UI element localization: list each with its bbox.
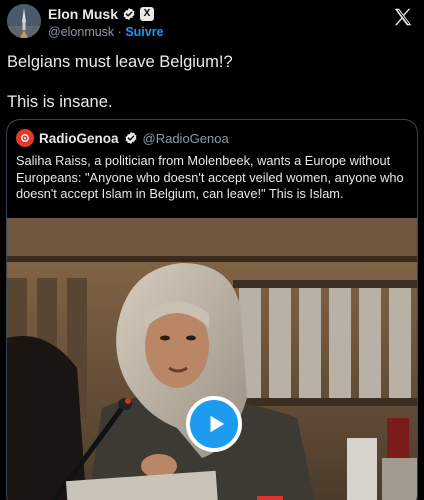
video-player[interactable] xyxy=(7,218,417,500)
video-thumbnail xyxy=(7,218,417,500)
quoted-tweet-header: RadioGenoa @RadioGenoa xyxy=(16,129,229,147)
author-handle-row: @elonmusk · Suivre xyxy=(48,25,164,39)
tweet-text: Belgians must leave Belgium!? This is in… xyxy=(7,52,417,112)
author-handle[interactable]: @elonmusk xyxy=(48,25,114,39)
author-avatar[interactable] xyxy=(7,4,41,38)
tweet-line-2: This is insane. xyxy=(7,93,113,111)
verified-badge-icon xyxy=(123,7,135,21)
author-name[interactable]: Elon Musk xyxy=(48,6,118,22)
author-name-row: Elon Musk X xyxy=(48,6,155,22)
handle-separator: · xyxy=(117,25,122,39)
avatar-image xyxy=(7,4,41,38)
play-icon xyxy=(210,415,225,433)
x-badge-label: X xyxy=(143,8,151,19)
radio-logo-icon xyxy=(21,134,29,142)
quoted-tweet-text: Saliha Raiss, a politician from Molenbee… xyxy=(16,153,404,201)
quoted-author-avatar[interactable] xyxy=(16,129,34,147)
follow-button[interactable]: Suivre xyxy=(125,25,163,39)
quoted-author-name[interactable]: RadioGenoa xyxy=(39,131,119,146)
tweet-header: Elon Musk X @elonmusk · Suivre xyxy=(0,0,424,44)
x-affiliation-badge: X xyxy=(140,7,155,21)
play-button[interactable] xyxy=(186,396,242,452)
x-logo-icon[interactable] xyxy=(392,6,414,28)
quoted-tweet[interactable]: RadioGenoa @RadioGenoa Saliha Raiss, a p… xyxy=(6,119,418,500)
quoted-author-handle[interactable]: @RadioGenoa xyxy=(143,131,229,146)
verified-badge-icon xyxy=(125,131,136,145)
tweet-line-1: Belgians must leave Belgium!? xyxy=(7,53,233,71)
